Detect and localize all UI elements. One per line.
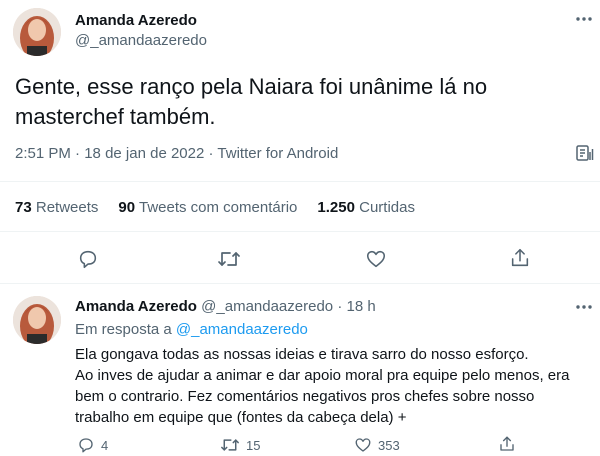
reply-more-icon[interactable]	[575, 298, 593, 316]
retweets-stat[interactable]: 73 Retweets	[15, 199, 98, 216]
reply-author-name[interactable]: Amanda Azeredo	[75, 298, 197, 315]
tweet-stats: 73 Retweets 90 Tweets com comentário 1.2…	[15, 199, 415, 216]
reply-like-button[interactable]: 353	[354, 436, 400, 454]
avatar-image	[13, 296, 61, 344]
avatar-image	[13, 8, 61, 56]
avatar[interactable]	[13, 8, 61, 56]
separator: ·	[337, 298, 343, 315]
retweet-count: 15	[246, 437, 261, 453]
retweets-label: Retweets	[35, 199, 99, 216]
reply-icon	[79, 438, 93, 453]
reply-text-line: trabalho em equipe que (fontes da cabeça…	[75, 409, 407, 426]
reply-count: 4	[101, 437, 109, 453]
divider	[0, 231, 600, 232]
separator: ·	[208, 145, 214, 162]
retweets-count: 73	[15, 199, 32, 216]
share-icon[interactable]	[509, 247, 531, 269]
share-icon	[500, 436, 514, 451]
likes-label: Curtidas	[359, 199, 415, 216]
reply-text-line: Ela gongava todas as nossas ideias e tir…	[75, 346, 529, 363]
tweet-meta: 2:51 PM · 18 de jan de 2022 · Twitter fo…	[15, 145, 338, 162]
quotes-stat[interactable]: 90 Tweets com comentário	[118, 199, 297, 216]
reply-author-handle[interactable]: @_amandaazeredo	[201, 298, 333, 315]
like-icon[interactable]	[365, 248, 387, 270]
quotes-label: Tweets com comentário	[138, 199, 298, 216]
tweet-text-line: Gente, esse ranço pela Naiara foi unânim…	[15, 74, 488, 99]
reply-text-line: bem o contrario. Fez comentários negativ…	[75, 388, 535, 405]
likes-count: 1.250	[317, 199, 355, 216]
tweet-time[interactable]: 2:51 PM	[15, 145, 71, 162]
quotes-count: 90	[118, 199, 136, 216]
separator: ·	[75, 145, 81, 162]
tweet-text: Gente, esse ranço pela Naiara foi unânim…	[15, 72, 487, 132]
author-name[interactable]: Amanda Azeredo	[75, 12, 197, 29]
tweet-date[interactable]: 18 de jan de 2022	[84, 145, 204, 162]
reply-text: Ela gongava todas as nossas ideias e tir…	[75, 344, 569, 428]
likes-stat[interactable]: 1.250 Curtidas	[317, 199, 415, 216]
retweet-icon	[221, 439, 239, 451]
reply-to: Em resposta a @_amandaazeredo	[75, 321, 308, 338]
divider	[0, 181, 600, 182]
like-count: 353	[378, 437, 400, 453]
more-icon[interactable]	[575, 10, 593, 28]
divider	[0, 283, 600, 284]
retweet-icon[interactable]	[217, 248, 241, 270]
reply-retweet-button[interactable]: 15	[220, 436, 260, 454]
tweet-source[interactable]: Twitter for Android	[217, 145, 338, 162]
reply-header: Amanda Azeredo @_amandaazeredo · 18 h	[75, 298, 376, 315]
reply-to-prefix: Em resposta a	[75, 321, 172, 338]
reply-share-button[interactable]	[498, 435, 516, 453]
reply-text-line: Ao inves de ajudar a animar e dar apoio …	[75, 367, 570, 384]
author-handle[interactable]: @_amandaazeredo	[75, 32, 207, 49]
reply-to-handle[interactable]: @_amandaazeredo	[176, 321, 308, 338]
like-icon	[355, 438, 371, 452]
reply-reply-button[interactable]: 4	[77, 436, 108, 454]
reply-age[interactable]: 18 h	[346, 298, 375, 315]
analytics-icon[interactable]	[574, 143, 594, 163]
tweet-text-line: masterchef também.	[15, 104, 216, 129]
reply-icon[interactable]	[77, 248, 99, 270]
reply-avatar[interactable]	[13, 296, 61, 344]
